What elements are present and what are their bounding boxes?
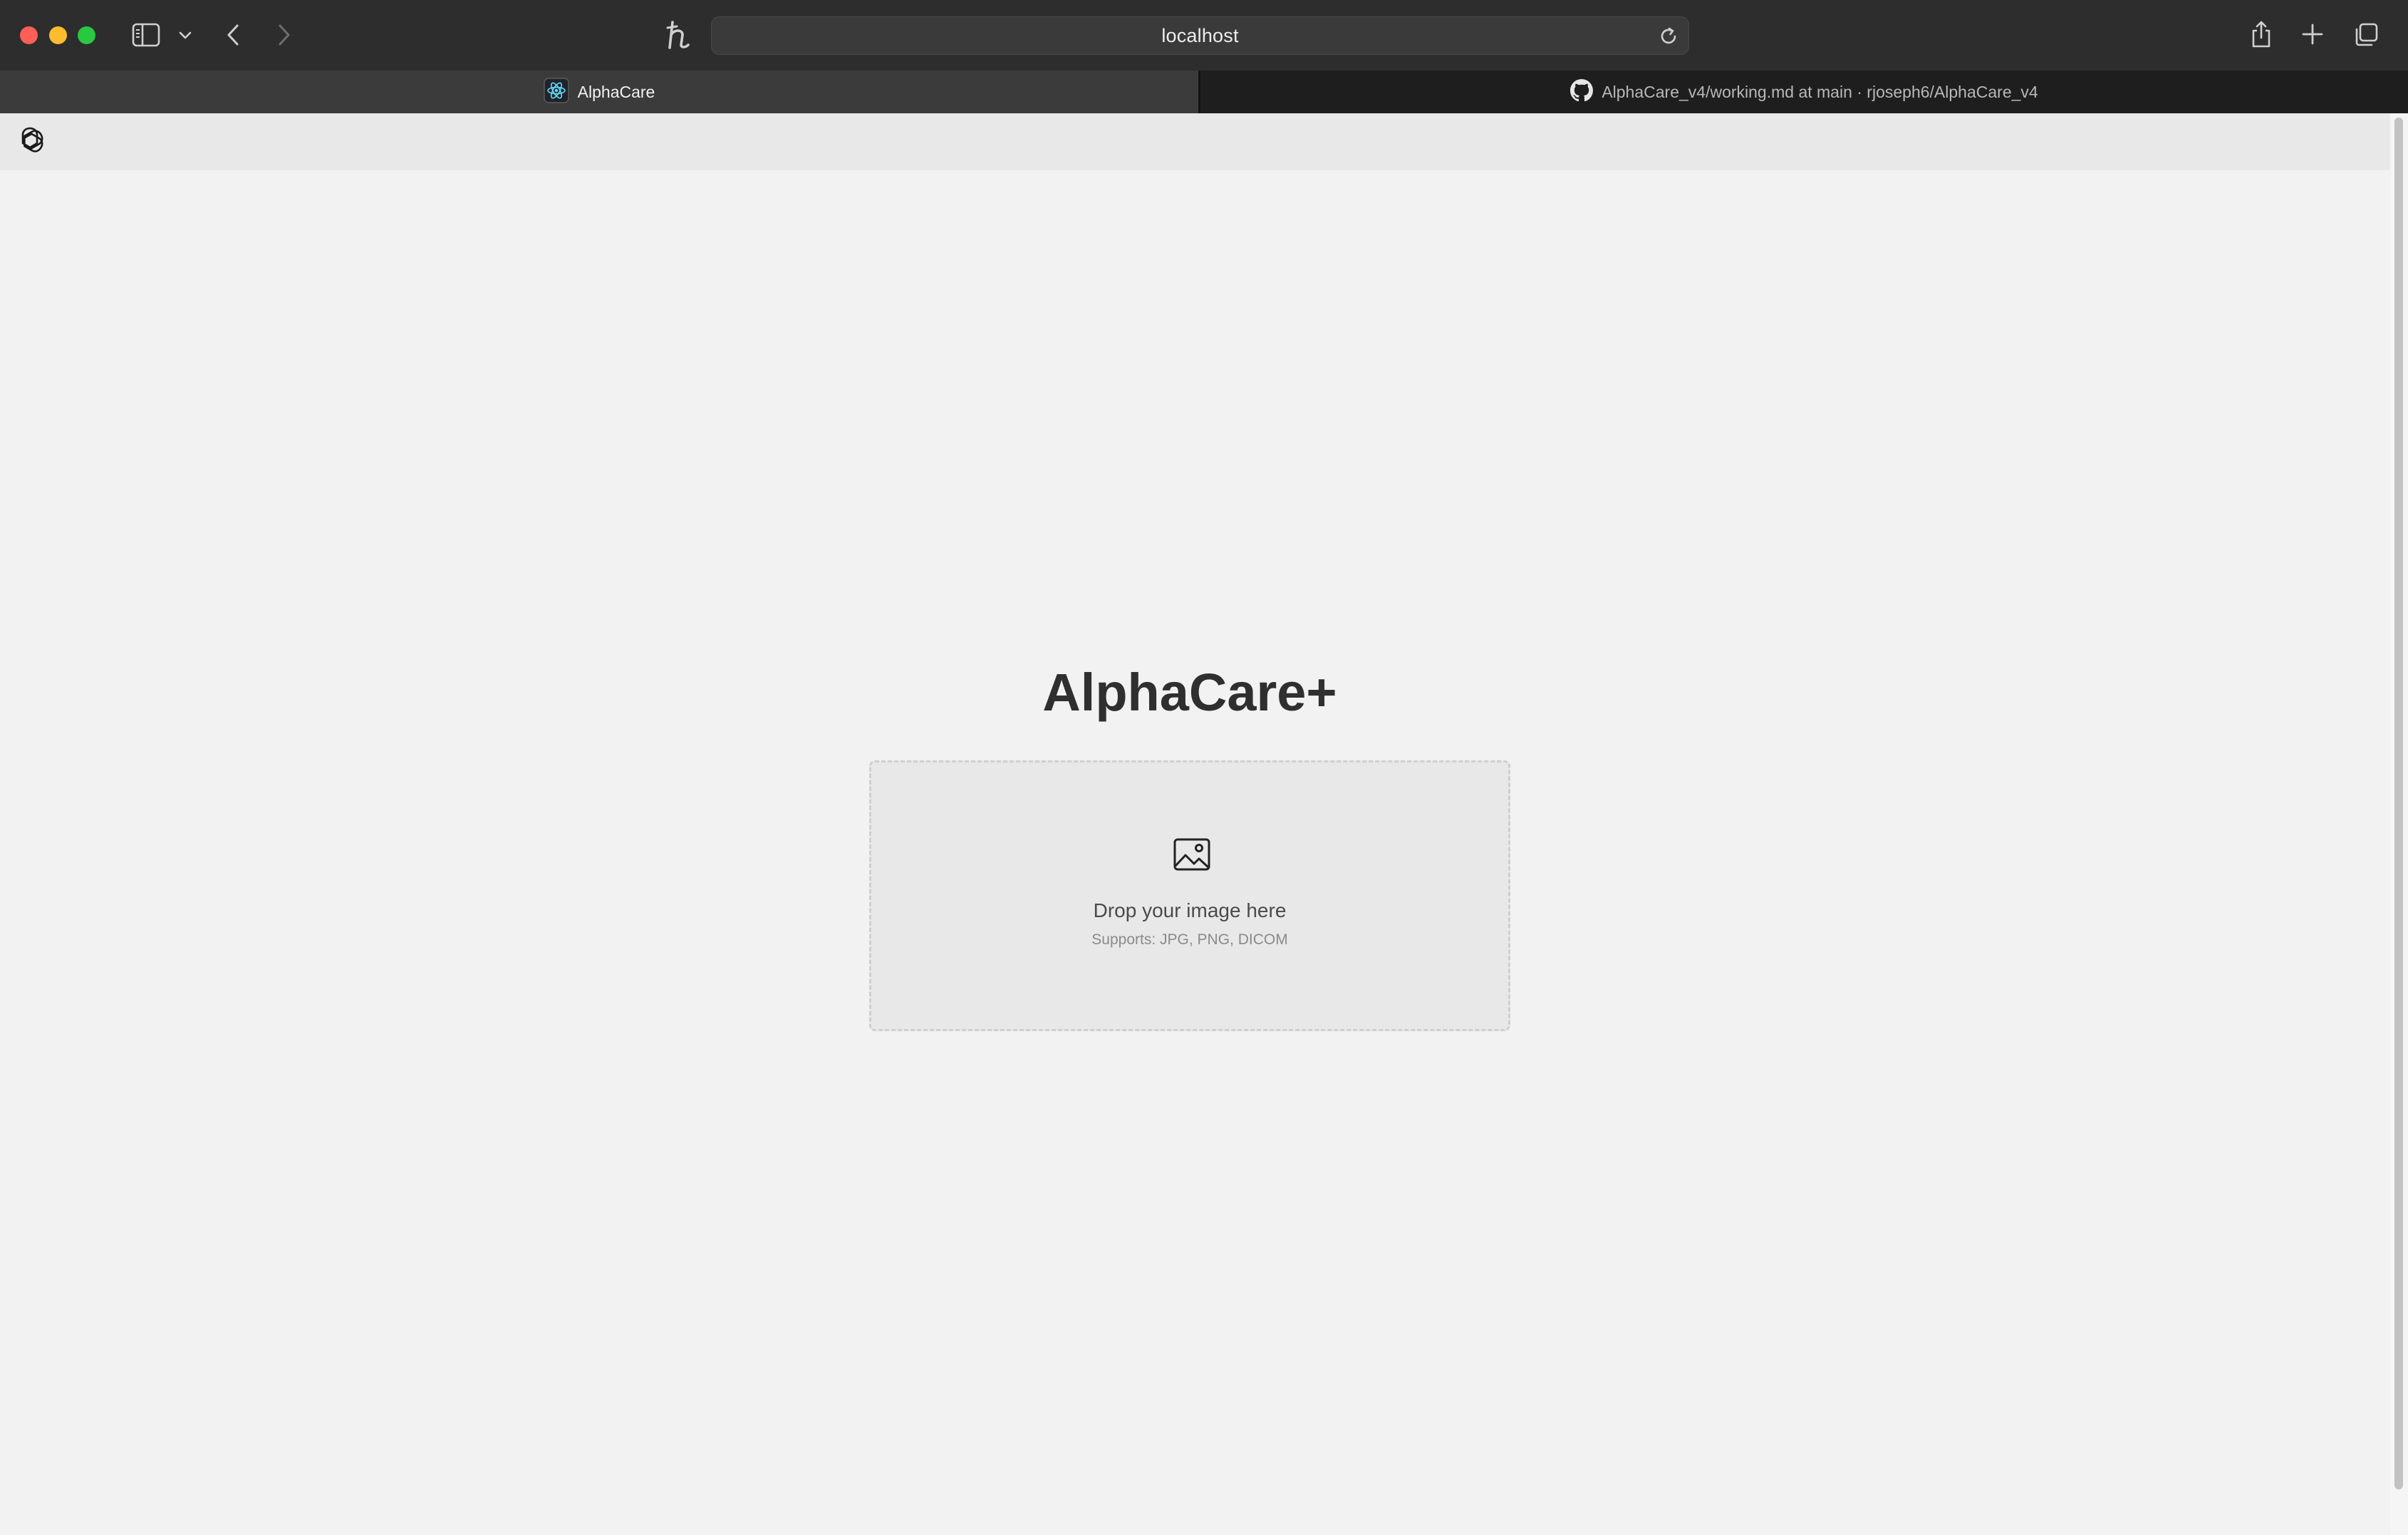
tab-label: AlphaCare (577, 82, 655, 101)
address-bar[interactable]: localhost (711, 16, 1689, 55)
github-icon (1570, 78, 1594, 105)
tab-bar: AlphaCare AlphaCare_v4/working.md at mai… (0, 71, 2408, 113)
new-tab-icon[interactable] (2300, 21, 2325, 47)
browser-window: localhost AlphaCare AlphaCare_v4/working… (0, 0, 2408, 1535)
reload-icon[interactable] (1657, 25, 1680, 48)
dropzone-title: Drop your image here (1093, 899, 1287, 921)
page-title: AlphaCare+ (1042, 663, 1337, 722)
close-window-button[interactable] (20, 26, 38, 44)
zoom-window-button[interactable] (78, 26, 95, 44)
chevron-down-icon[interactable] (177, 27, 194, 44)
scrollbar-thumb[interactable] (2394, 118, 2403, 1489)
tab-label: AlphaCare_v4/working.md at main · rjosep… (1602, 82, 2038, 101)
dropzone-supported-formats: Supports: JPG, PNG, DICOM (1091, 931, 1288, 948)
tab-github-working-md[interactable]: AlphaCare_v4/working.md at main · rjosep… (1200, 71, 2408, 113)
react-icon (543, 77, 569, 107)
page-header (0, 113, 2390, 170)
browser-toolbar: localhost (0, 0, 2408, 71)
share-icon[interactable] (2248, 19, 2274, 50)
minimize-window-button[interactable] (49, 26, 67, 44)
page-content: AlphaCare+ Drop your image here Supports… (0, 113, 2390, 1535)
image-dropzone[interactable]: Drop your image here Supports: JPG, PNG,… (869, 760, 1510, 1031)
image-icon (1173, 837, 1211, 872)
back-icon[interactable] (222, 21, 244, 48)
openai-logo-icon[interactable] (13, 124, 47, 158)
url-text: localhost (1161, 24, 1239, 46)
tab-alphacare[interactable]: AlphaCare (0, 71, 1198, 113)
honey-extension-icon[interactable] (664, 19, 692, 51)
tab-overview-icon[interactable] (2352, 21, 2380, 48)
sidebar-toggle-icon[interactable] (131, 21, 161, 48)
forward-icon[interactable] (274, 21, 295, 48)
